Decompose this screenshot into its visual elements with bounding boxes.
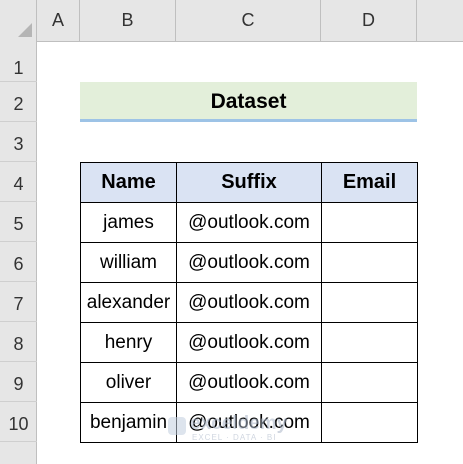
cell-name[interactable]: william	[80, 242, 177, 283]
table-row: benjamin @outlook.com	[80, 402, 418, 443]
select-all-icon	[18, 23, 32, 37]
row-header-10[interactable]: 10	[0, 402, 37, 442]
table-row: oliver @outlook.com	[80, 362, 418, 403]
header-email[interactable]: Email	[321, 162, 418, 203]
header-name[interactable]: Name	[80, 162, 177, 203]
table-row: william @outlook.com	[80, 242, 418, 283]
row-header-8[interactable]: 8	[0, 322, 37, 362]
row-header-3[interactable]: 3	[0, 122, 37, 162]
row-header-1[interactable]: 1	[0, 41, 37, 82]
cell-name[interactable]: benjamin	[80, 402, 177, 443]
cell-suffix[interactable]: @outlook.com	[176, 202, 322, 243]
select-all-corner[interactable]	[0, 0, 37, 41]
cell-email[interactable]	[321, 242, 418, 283]
header-suffix[interactable]: Suffix	[176, 162, 322, 203]
column-header-c[interactable]: C	[176, 0, 321, 41]
table-header-row: Name Suffix Email	[80, 162, 418, 203]
cell-suffix[interactable]: @outlook.com	[176, 362, 322, 403]
cell-email[interactable]	[321, 362, 418, 403]
column-header-b[interactable]: B	[80, 0, 176, 41]
row-header-4[interactable]: 4	[0, 162, 37, 202]
row-header-5[interactable]: 5	[0, 202, 37, 242]
cell-suffix[interactable]: @outlook.com	[176, 242, 322, 283]
table-row: alexander @outlook.com	[80, 282, 418, 323]
cell-name[interactable]: henry	[80, 322, 177, 363]
row-header-bar: 1 2 3 4 5 6 7 8 9 10	[0, 41, 37, 464]
dataset-title[interactable]: Dataset	[80, 82, 417, 122]
cell-name[interactable]: alexander	[80, 282, 177, 323]
cell-name[interactable]: oliver	[80, 362, 177, 403]
row-header-6[interactable]: 6	[0, 242, 37, 282]
cell-email[interactable]	[321, 282, 418, 323]
column-header-bar: A B C D	[0, 0, 463, 42]
column-header-a[interactable]: A	[37, 0, 80, 41]
table-row: james @outlook.com	[80, 202, 418, 243]
cell-email[interactable]	[321, 322, 418, 363]
row-header-7[interactable]: 7	[0, 282, 37, 322]
column-header-d[interactable]: D	[321, 0, 417, 41]
cell-email[interactable]	[321, 402, 418, 443]
cell-suffix[interactable]: @outlook.com	[176, 402, 322, 443]
cell-email[interactable]	[321, 202, 418, 243]
cell-suffix[interactable]: @outlook.com	[176, 322, 322, 363]
cell-suffix[interactable]: @outlook.com	[176, 282, 322, 323]
dataset-table: Name Suffix Email james @outlook.com wil…	[80, 162, 418, 443]
column-header-e[interactable]	[417, 0, 463, 41]
row-header-2[interactable]: 2	[0, 82, 37, 122]
table-row: henry @outlook.com	[80, 322, 418, 363]
cell-name[interactable]: james	[80, 202, 177, 243]
row-header-9[interactable]: 9	[0, 362, 37, 402]
